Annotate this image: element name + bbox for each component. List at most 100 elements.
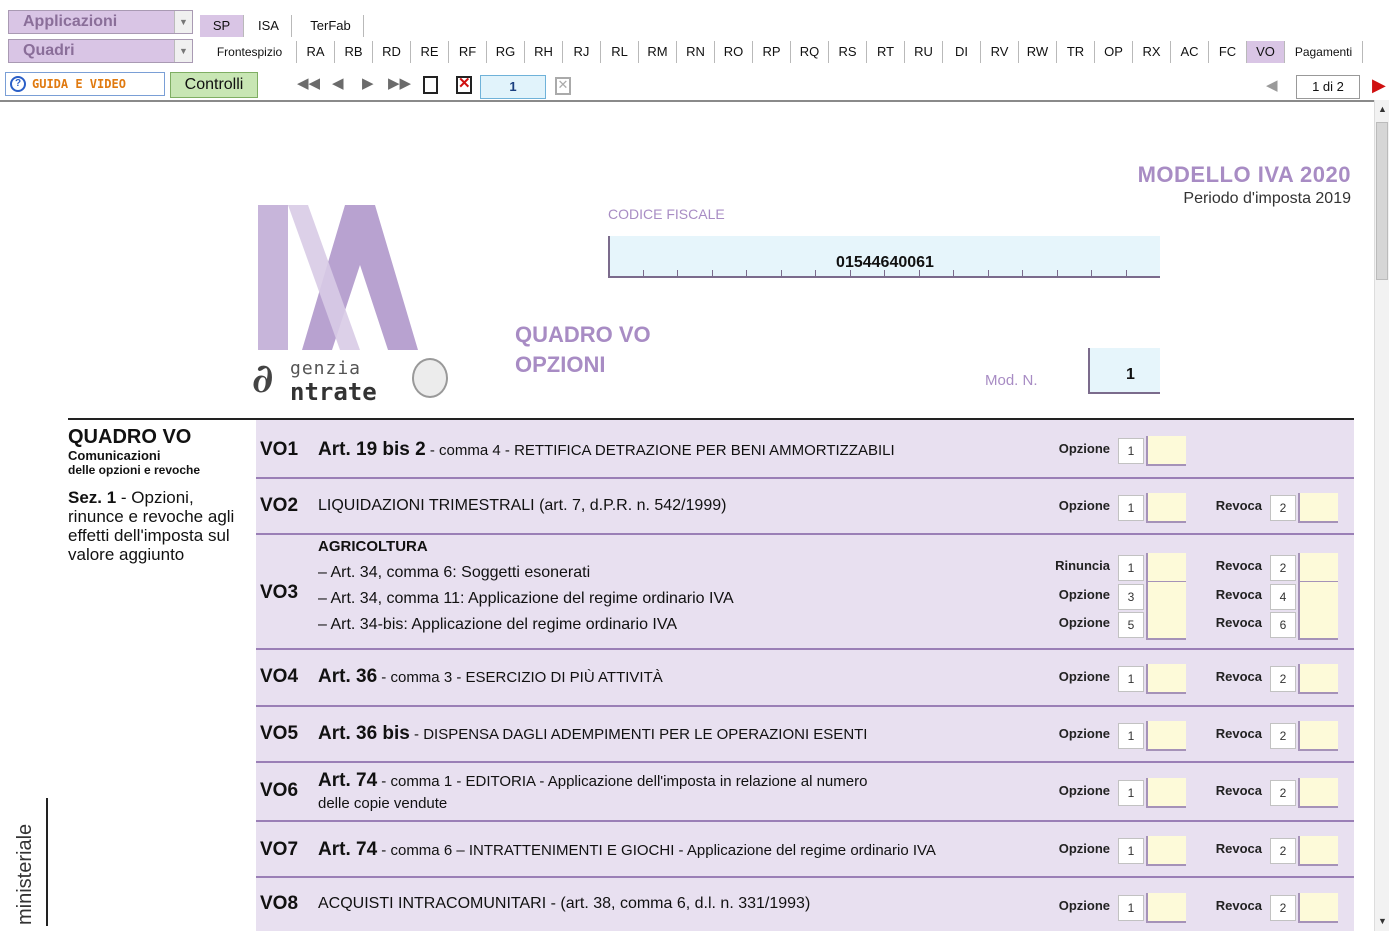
vo2-box-number: 2 — [1270, 495, 1296, 521]
tab-rb[interactable]: RB — [335, 41, 373, 63]
tab-rq[interactable]: RQ — [791, 41, 829, 63]
vo5-opzione-label: Opzione — [1058, 726, 1110, 741]
chevron-down-icon[interactable]: ▼ — [174, 40, 192, 62]
tab-rx[interactable]: RX — [1133, 41, 1171, 63]
vo1-opzione-label: Opzione — [1058, 441, 1110, 456]
vo8-revoca-checkbox[interactable] — [1298, 893, 1338, 923]
tab-sp[interactable]: SP — [200, 15, 244, 37]
vo4-opzione-checkbox[interactable] — [1146, 664, 1186, 694]
scroll-thumb[interactable] — [1376, 122, 1388, 280]
tab-ro[interactable]: RO — [715, 41, 753, 63]
applicazioni-dropdown[interactable]: Applicazioni ▼ — [8, 10, 193, 34]
page-indicator: 1 di 2 — [1296, 75, 1360, 99]
vo3-opzione-checkbox[interactable] — [1146, 610, 1186, 640]
vo8-opzione-label: Opzione — [1058, 898, 1110, 913]
new-page-icon[interactable] — [423, 76, 438, 94]
cf-tick — [953, 270, 954, 278]
row-separator — [256, 705, 1354, 707]
tab-fc[interactable]: FC — [1209, 41, 1247, 63]
tab-terfab[interactable]: TerFab — [298, 15, 364, 37]
first-record-icon[interactable]: ◀◀ — [297, 74, 320, 92]
row-desc-vo8: ACQUISTI INTRACOMUNITARI - (art. 38, com… — [318, 895, 810, 913]
scroll-down-icon[interactable]: ▼ — [1378, 916, 1387, 926]
row-code-vo1: VO1 — [260, 439, 299, 460]
tab-op[interactable]: OP — [1095, 41, 1133, 63]
row-code-vo6: VO6 — [260, 780, 299, 801]
last-record-icon[interactable]: ▶▶ — [388, 74, 411, 92]
row-desc-vo1: Art. 19 bis 2 - comma 4 - RETTIFICA DETR… — [318, 439, 895, 461]
tab-di[interactable]: DI — [943, 41, 981, 63]
quadri-label: Quadri — [23, 42, 75, 59]
applicazioni-label: Applicazioni — [23, 13, 118, 30]
tab-rg[interactable]: RG — [487, 41, 525, 63]
scroll-up-icon[interactable]: ▲ — [1378, 104, 1387, 114]
delete-page-icon[interactable]: ✕ — [456, 76, 472, 94]
vo7-opzione-checkbox[interactable] — [1146, 836, 1186, 866]
tab-rl[interactable]: RL — [601, 41, 639, 63]
row-art: Art. 74 — [318, 770, 378, 791]
vo8-opzione-checkbox[interactable] — [1146, 893, 1186, 923]
row-separator — [256, 876, 1354, 878]
vo3-revoca-checkbox[interactable] — [1298, 610, 1338, 640]
tab-vo[interactable]: VO — [1247, 41, 1285, 63]
tab-rd[interactable]: RD — [373, 41, 411, 63]
vo3-opzione-checkbox[interactable] — [1146, 582, 1186, 612]
tab-isa[interactable]: ISA — [246, 15, 292, 37]
row-desc-vo7: Art. 74 - comma 6 – INTRATTENIMENTI E GI… — [318, 839, 936, 861]
tab-rj[interactable]: RJ — [563, 41, 601, 63]
vo3-revoca-checkbox[interactable] — [1298, 582, 1338, 612]
row-heading-vo3: AGRICOLTURA — [318, 538, 428, 555]
vo5-opzione-checkbox[interactable] — [1146, 721, 1186, 751]
vo2-box-number: 1 — [1118, 495, 1144, 521]
cf-tick — [987, 270, 989, 278]
row-desc-vo6: Art. 74 - comma 1 - EDITORIA - Applicazi… — [318, 770, 867, 792]
vo6-opzione-checkbox[interactable] — [1146, 778, 1186, 808]
tab-ru[interactable]: RU — [905, 41, 943, 63]
mod-n-field[interactable] — [1088, 348, 1160, 394]
tab-frontespizio[interactable]: Frontespizio — [203, 41, 297, 63]
vo4-revoca-checkbox[interactable] — [1298, 664, 1338, 694]
tab-rs[interactable]: RS — [829, 41, 867, 63]
vo3-opzione-label: Opzione — [1058, 615, 1110, 630]
next-page-icon[interactable]: ▶ — [1372, 75, 1386, 96]
vo3-revoca-checkbox[interactable] — [1298, 553, 1338, 583]
controlli-button[interactable]: Controlli — [170, 72, 258, 98]
prev-record-icon[interactable]: ◀ — [332, 74, 344, 92]
vo5-revoca-checkbox[interactable] — [1298, 721, 1338, 751]
tab-rh[interactable]: RH — [525, 41, 563, 63]
tab-rv[interactable]: RV — [981, 41, 1019, 63]
periodo-imposta: Periodo d'imposta 2019 — [1183, 190, 1351, 207]
cf-tick — [780, 270, 782, 278]
vo8-box-number: 1 — [1118, 895, 1144, 921]
record-number-field[interactable]: 1 — [480, 75, 546, 99]
vo7-revoca-checkbox[interactable] — [1298, 836, 1338, 866]
quadro-title: QUADRO VO OPZIONI — [515, 320, 651, 380]
tab-tr[interactable]: TR — [1057, 41, 1095, 63]
row-text: - DISPENSA DAGLI ADEMPIMENTI PER LE OPER… — [409, 726, 868, 743]
tab-rn[interactable]: RN — [677, 41, 715, 63]
vo1-opzione-checkbox[interactable] — [1146, 436, 1186, 466]
vo2-opzione-checkbox[interactable] — [1146, 493, 1186, 523]
cf-tick — [711, 270, 713, 278]
row-separator — [256, 820, 1354, 822]
vo3-rinuncia-checkbox[interactable] — [1146, 553, 1186, 583]
quadri-dropdown[interactable]: Quadri ▼ — [8, 39, 193, 63]
tab-re[interactable]: RE — [411, 41, 449, 63]
tab-rt[interactable]: RT — [867, 41, 905, 63]
prev-page-icon[interactable]: ◀ — [1266, 76, 1278, 94]
sidebar-subtitle-2: delle opzioni e revoche — [68, 463, 201, 477]
tab-pagamenti[interactable]: Pagamenti — [1285, 41, 1363, 63]
tab-ac[interactable]: AC — [1171, 41, 1209, 63]
tab-ra[interactable]: RA — [297, 41, 335, 63]
vo2-revoca-checkbox[interactable] — [1298, 493, 1338, 523]
cf-tick — [1125, 270, 1127, 278]
guida-video-button[interactable]: ? GUIDA E VIDEO — [5, 72, 165, 96]
tab-rw[interactable]: RW — [1019, 41, 1057, 63]
tab-rf[interactable]: RF — [449, 41, 487, 63]
next-record-icon[interactable]: ▶ — [362, 74, 374, 92]
tab-rp[interactable]: RP — [753, 41, 791, 63]
chevron-down-icon[interactable]: ▼ — [174, 11, 192, 33]
vo6-revoca-checkbox[interactable] — [1298, 778, 1338, 808]
vo2-revoca-label: Revoca — [1215, 498, 1262, 513]
tab-rm[interactable]: RM — [639, 41, 677, 63]
